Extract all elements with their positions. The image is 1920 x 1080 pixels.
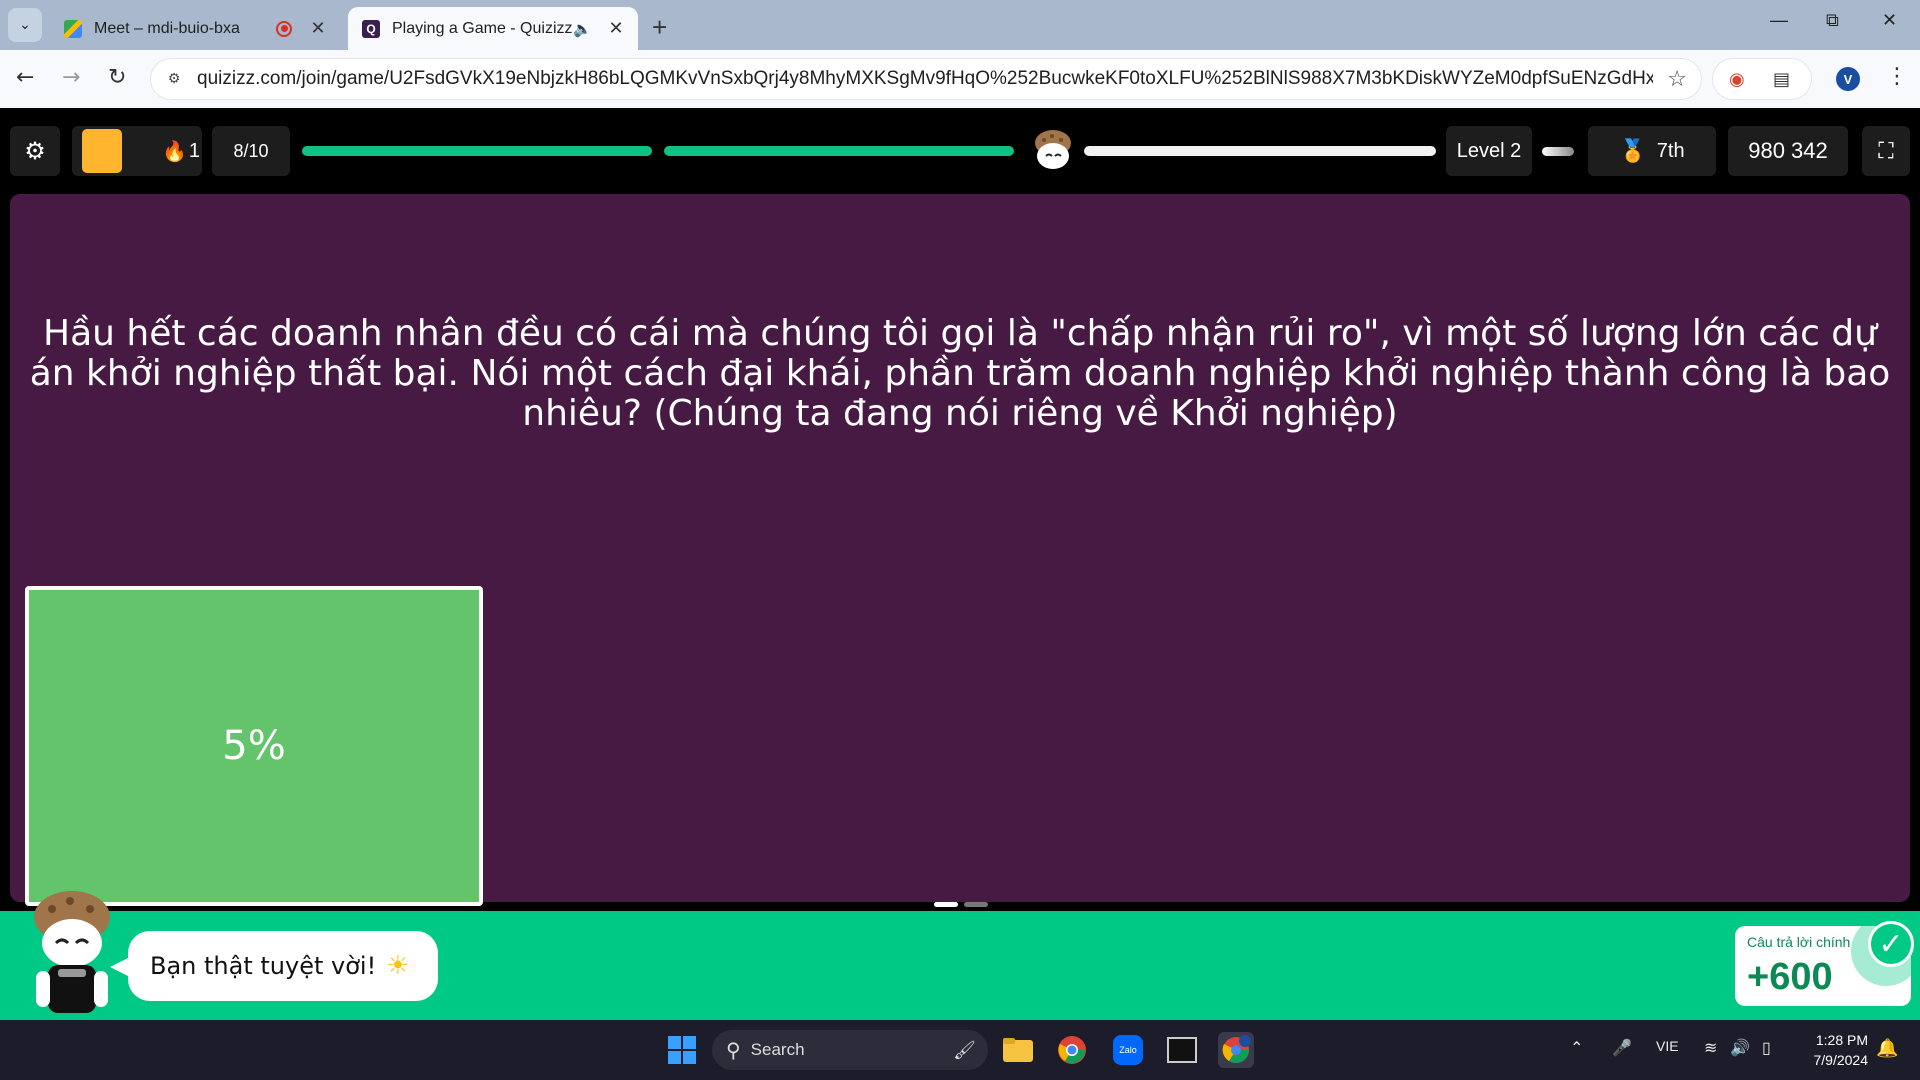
score-box: 980 342: [1728, 126, 1848, 176]
profile-avatar[interactable]: V: [1836, 67, 1860, 91]
search-placeholder: Search: [750, 1040, 805, 1059]
restore-icon[interactable]: ⧉: [1826, 10, 1839, 31]
clock-date: 7/9/2024: [1813, 1052, 1869, 1068]
streak-count: 1: [188, 139, 201, 162]
battery-icon[interactable]: ▯: [1762, 1038, 1771, 1058]
tab-meet[interactable]: Meet – mdi-buio-bxa ✕: [50, 7, 340, 50]
close-icon[interactable]: ✕: [308, 18, 328, 39]
window-close-icon[interactable]: ✕: [1882, 10, 1897, 31]
quizizz-icon: Q: [362, 19, 380, 38]
streak-box: 🔥 1: [72, 126, 202, 176]
volume-icon[interactable]: 🔊: [1730, 1038, 1750, 1058]
chevron-down-icon: ⌄: [19, 17, 31, 33]
chrome-profile-icon[interactable]: [1218, 1032, 1254, 1068]
browser-toolbar: ← → ↻ ⚙ quizizz.com/join/game/U2FsdGVkX1…: [0, 50, 1920, 108]
question-panel: Hầu hết các doanh nhân đều có cái mà chú…: [10, 194, 1910, 906]
zalo-icon[interactable]: Zalo: [1110, 1032, 1146, 1068]
os-taskbar: ⚲ Search 🖌 Zalo ⌃ 🎤 VIE ≋ 🔊 ▯ 1:28 PM 7/…: [0, 1020, 1920, 1080]
file-explorer-icon[interactable]: [1000, 1032, 1036, 1068]
speaker-icon[interactable]: 🔈: [573, 20, 592, 38]
url-text[interactable]: quizizz.com/join/game/U2FsdGVkX19eNbjzkH…: [197, 68, 1653, 90]
speech-bubble: Bạn thật tuyệt vời! ☀: [110, 931, 438, 1001]
pager-dot: [964, 902, 988, 907]
feedback-bar: Bạn thật tuyệt vời! ☀ Câu trả lời chính …: [0, 891, 1920, 1020]
points-value: +600: [1747, 956, 1833, 998]
question-text: Hầu hết các doanh nhân đều có cái mà chú…: [29, 313, 1891, 434]
answer-label: 5%: [222, 723, 286, 769]
minimize-icon[interactable]: —: [1770, 10, 1788, 31]
site-info-icon[interactable]: ⚙: [161, 66, 187, 92]
extension-icon[interactable]: ◉: [1729, 69, 1745, 90]
mascot-character-icon: [34, 891, 110, 1013]
flame-icon: 🔥: [162, 140, 187, 163]
extensions-area: ◉ ▤: [1712, 58, 1812, 100]
question-counter: 8/10: [212, 126, 290, 176]
progress-segment: [302, 146, 652, 156]
game-hud: ⚙ 🔥 1 8/10 Level 2 🏅 7th 980 342 ⛶: [0, 108, 1920, 194]
rank-box: 🏅 7th: [1588, 126, 1716, 176]
back-icon[interactable]: ←: [16, 65, 34, 90]
progress-segment: [664, 146, 1014, 156]
chrome-icon[interactable]: [1054, 1032, 1090, 1068]
bookmark-star-icon[interactable]: ☆: [1667, 67, 1687, 92]
notification-bell-icon[interactable]: 🔔: [1876, 1038, 1898, 1059]
close-icon[interactable]: ✕: [606, 18, 626, 39]
answer-option[interactable]: 5%: [25, 586, 483, 906]
fullscreen-button[interactable]: ⛶: [1862, 126, 1910, 176]
microphone-icon[interactable]: 🎤: [1612, 1038, 1632, 1058]
taskbar-search[interactable]: ⚲ Search 🖌: [712, 1030, 988, 1070]
pager-dot-active: [934, 902, 958, 907]
sun-icon: ☀: [386, 951, 410, 981]
tab-title: Meet – mdi-buio-bxa: [94, 19, 240, 37]
gear-icon: ⚙: [24, 137, 46, 165]
checkmark-icon: ✓: [1868, 921, 1914, 967]
terminal-icon[interactable]: [1164, 1032, 1200, 1068]
quiz-game: ⚙ 🔥 1 8/10 Level 2 🏅 7th 980 342 ⛶ Hầu h…: [0, 108, 1920, 1020]
address-bar[interactable]: ⚙ quizizz.com/join/game/U2FsdGVkX19eNbjz…: [150, 58, 1702, 100]
search-icon: ⚲: [726, 1039, 741, 1062]
level-mini-bar: [1542, 147, 1574, 156]
fullscreen-icon: ⛶: [1878, 138, 1894, 163]
new-tab-button[interactable]: +: [652, 12, 667, 43]
google-meet-icon: [64, 19, 82, 38]
recording-icon: [276, 20, 292, 37]
puzzle-icon[interactable]: ▤: [1773, 69, 1790, 90]
settings-button[interactable]: ⚙: [10, 126, 60, 176]
tab-title: Playing a Game - Quizizz: [392, 19, 573, 37]
windows-start-icon[interactable]: [664, 1032, 700, 1068]
level-progress-bar: [1084, 146, 1436, 156]
points-label: Câu trả lời chính: [1747, 934, 1851, 950]
chevron-up-icon[interactable]: ⌃: [1570, 1038, 1583, 1058]
feedback-message: Bạn thật tuyệt vời!: [150, 952, 377, 980]
forward-icon[interactable]: →: [62, 65, 80, 90]
browser-tab-strip: ⌄ Meet – mdi-buio-bxa ✕ Q Playing a Game…: [0, 0, 1920, 50]
more-menu-icon[interactable]: ⋮: [1886, 64, 1908, 89]
rank-value: 7th: [1656, 139, 1685, 162]
medal-icon: 🏅: [1619, 138, 1647, 163]
powerup-slot[interactable]: [82, 129, 122, 173]
mascot-avatar-icon: [1035, 130, 1071, 169]
tab-quizizz[interactable]: Q Playing a Game - Quizizz 🔈 ✕: [348, 7, 638, 50]
search-highlight-icon: 🖌: [953, 1039, 976, 1060]
language-indicator[interactable]: VIE: [1656, 1038, 1679, 1054]
level-indicator: Level 2: [1446, 126, 1532, 176]
reload-icon[interactable]: ↻: [108, 65, 126, 90]
clock-time: 1:28 PM: [1815, 1032, 1868, 1048]
system-clock[interactable]: 1:28 PM 7/9/2024: [1796, 1030, 1869, 1070]
tab-search-button[interactable]: ⌄: [8, 8, 42, 42]
wifi-icon[interactable]: ≋: [1704, 1038, 1717, 1058]
